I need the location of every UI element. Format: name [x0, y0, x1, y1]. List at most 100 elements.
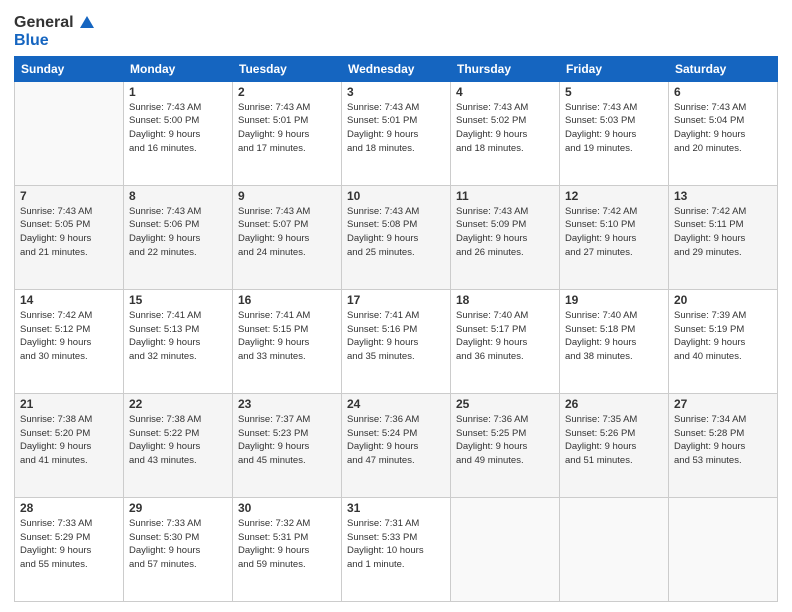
calendar-header-cell: Saturday: [669, 56, 778, 81]
calendar-week-row: 1Sunrise: 7:43 AM Sunset: 5:00 PM Daylig…: [15, 81, 778, 185]
calendar-header-cell: Sunday: [15, 56, 124, 81]
calendar-cell: 14 Sunrise: 7:42 AM Sunset: 5:12 PM Dayli…: [15, 289, 124, 393]
day-info: Sunrise: 7:38 AM Sunset: 5:22 PM Dayligh…: [129, 413, 227, 468]
day-info: Sunrise: 7:43 AM Sunset: 5:08 PM Dayligh…: [347, 205, 445, 260]
calendar-week-row: 28 Sunrise: 7:33 AM Sunset: 5:29 PM Dayli…: [15, 497, 778, 601]
day-number: 18: [456, 293, 554, 307]
calendar-cell: 1Sunrise: 7:43 AM Sunset: 5:00 PM Daylig…: [124, 81, 233, 185]
calendar-header-row: SundayMondayTuesdayWednesdayThursdayFrid…: [15, 56, 778, 81]
calendar-cell: [560, 497, 669, 601]
calendar-week-row: 21Sunrise: 7:38 AM Sunset: 5:20 PM Dayli…: [15, 393, 778, 497]
day-number: 14: [20, 293, 118, 307]
calendar-cell: [451, 497, 560, 601]
calendar-cell: 21Sunrise: 7:38 AM Sunset: 5:20 PM Dayli…: [15, 393, 124, 497]
day-info: Sunrise: 7:43 AM Sunset: 5:05 PM Dayligh…: [20, 205, 118, 260]
day-number: 7: [20, 189, 118, 203]
day-info: Sunrise: 7:43 AM Sunset: 5:00 PM Dayligh…: [129, 101, 227, 156]
day-number: 2: [238, 85, 336, 99]
day-number: 19: [565, 293, 663, 307]
day-info: Sunrise: 7:35 AM Sunset: 5:26 PM Dayligh…: [565, 413, 663, 468]
day-info: Sunrise: 7:41 AM Sunset: 5:16 PM Dayligh…: [347, 309, 445, 364]
calendar-cell: 26 Sunrise: 7:35 AM Sunset: 5:26 PM Dayli…: [560, 393, 669, 497]
logo: General Blue: [14, 14, 96, 50]
day-info: Sunrise: 7:43 AM Sunset: 5:09 PM Dayligh…: [456, 205, 554, 260]
day-info: Sunrise: 7:43 AM Sunset: 5:01 PM Dayligh…: [238, 101, 336, 156]
day-number: 22: [129, 397, 227, 411]
day-number: 5: [565, 85, 663, 99]
day-number: 31: [347, 501, 445, 515]
day-number: 13: [674, 189, 772, 203]
day-number: 21: [20, 397, 118, 411]
day-number: 10: [347, 189, 445, 203]
calendar-header-cell: Friday: [560, 56, 669, 81]
calendar-cell: 20 Sunrise: 7:39 AM Sunset: 5:19 PM Dayli…: [669, 289, 778, 393]
day-number: 27: [674, 397, 772, 411]
calendar-table: SundayMondayTuesdayWednesdayThursdayFrid…: [14, 56, 778, 602]
day-number: 20: [674, 293, 772, 307]
day-number: 17: [347, 293, 445, 307]
calendar-cell: 18 Sunrise: 7:40 AM Sunset: 5:17 PM Dayli…: [451, 289, 560, 393]
calendar-cell: 13 Sunrise: 7:42 AM Sunset: 5:11 PM Dayli…: [669, 185, 778, 289]
calendar-cell: 5Sunrise: 7:43 AM Sunset: 5:03 PM Daylig…: [560, 81, 669, 185]
calendar-cell: 6 Sunrise: 7:43 AM Sunset: 5:04 PM Daylig…: [669, 81, 778, 185]
calendar-header-cell: Wednesday: [342, 56, 451, 81]
day-info: Sunrise: 7:36 AM Sunset: 5:25 PM Dayligh…: [456, 413, 554, 468]
calendar-cell: 28 Sunrise: 7:33 AM Sunset: 5:29 PM Dayli…: [15, 497, 124, 601]
day-number: 6: [674, 85, 772, 99]
page: General Blue SundayMondayTuesdayWednesda…: [0, 0, 792, 612]
day-info: Sunrise: 7:31 AM Sunset: 5:33 PM Dayligh…: [347, 517, 445, 572]
day-number: 25: [456, 397, 554, 411]
calendar-cell: 17 Sunrise: 7:41 AM Sunset: 5:16 PM Dayli…: [342, 289, 451, 393]
calendar-cell: 4Sunrise: 7:43 AM Sunset: 5:02 PM Daylig…: [451, 81, 560, 185]
day-number: 28: [20, 501, 118, 515]
day-number: 30: [238, 501, 336, 515]
day-info: Sunrise: 7:43 AM Sunset: 5:07 PM Dayligh…: [238, 205, 336, 260]
calendar-cell: 10 Sunrise: 7:43 AM Sunset: 5:08 PM Dayli…: [342, 185, 451, 289]
day-info: Sunrise: 7:43 AM Sunset: 5:04 PM Dayligh…: [674, 101, 772, 156]
day-info: Sunrise: 7:40 AM Sunset: 5:18 PM Dayligh…: [565, 309, 663, 364]
day-number: 23: [238, 397, 336, 411]
day-number: 11: [456, 189, 554, 203]
day-number: 9: [238, 189, 336, 203]
calendar-cell: [15, 81, 124, 185]
calendar-cell: 25 Sunrise: 7:36 AM Sunset: 5:25 PM Dayli…: [451, 393, 560, 497]
logo-line2: Blue: [14, 32, 96, 50]
calendar-week-row: 14 Sunrise: 7:42 AM Sunset: 5:12 PM Dayli…: [15, 289, 778, 393]
day-number: 12: [565, 189, 663, 203]
day-number: 26: [565, 397, 663, 411]
calendar-cell: 29 Sunrise: 7:33 AM Sunset: 5:30 PM Dayli…: [124, 497, 233, 601]
calendar-cell: 27 Sunrise: 7:34 AM Sunset: 5:28 PM Dayli…: [669, 393, 778, 497]
day-number: 4: [456, 85, 554, 99]
calendar-week-row: 7 Sunrise: 7:43 AM Sunset: 5:05 PM Daylig…: [15, 185, 778, 289]
day-number: 29: [129, 501, 227, 515]
day-info: Sunrise: 7:42 AM Sunset: 5:11 PM Dayligh…: [674, 205, 772, 260]
logo-line1: General: [14, 14, 96, 32]
day-info: Sunrise: 7:42 AM Sunset: 5:10 PM Dayligh…: [565, 205, 663, 260]
calendar-cell: 16 Sunrise: 7:41 AM Sunset: 5:15 PM Dayli…: [233, 289, 342, 393]
calendar-cell: 22 Sunrise: 7:38 AM Sunset: 5:22 PM Dayli…: [124, 393, 233, 497]
logo-icon: [78, 14, 96, 32]
day-info: Sunrise: 7:42 AM Sunset: 5:12 PM Dayligh…: [20, 309, 118, 364]
calendar-cell: 12 Sunrise: 7:42 AM Sunset: 5:10 PM Dayli…: [560, 185, 669, 289]
calendar-cell: 23Sunrise: 7:37 AM Sunset: 5:23 PM Dayli…: [233, 393, 342, 497]
day-info: Sunrise: 7:41 AM Sunset: 5:15 PM Dayligh…: [238, 309, 336, 364]
day-number: 15: [129, 293, 227, 307]
header: General Blue: [14, 10, 778, 50]
calendar-cell: [669, 497, 778, 601]
calendar-cell: 9 Sunrise: 7:43 AM Sunset: 5:07 PM Daylig…: [233, 185, 342, 289]
day-info: Sunrise: 7:33 AM Sunset: 5:30 PM Dayligh…: [129, 517, 227, 572]
calendar-cell: 3Sunrise: 7:43 AM Sunset: 5:01 PM Daylig…: [342, 81, 451, 185]
calendar-cell: 15 Sunrise: 7:41 AM Sunset: 5:13 PM Dayli…: [124, 289, 233, 393]
calendar-body: 1Sunrise: 7:43 AM Sunset: 5:00 PM Daylig…: [15, 81, 778, 601]
day-info: Sunrise: 7:39 AM Sunset: 5:19 PM Dayligh…: [674, 309, 772, 364]
day-info: Sunrise: 7:41 AM Sunset: 5:13 PM Dayligh…: [129, 309, 227, 364]
day-info: Sunrise: 7:40 AM Sunset: 5:17 PM Dayligh…: [456, 309, 554, 364]
day-info: Sunrise: 7:34 AM Sunset: 5:28 PM Dayligh…: [674, 413, 772, 468]
day-info: Sunrise: 7:33 AM Sunset: 5:29 PM Dayligh…: [20, 517, 118, 572]
day-number: 16: [238, 293, 336, 307]
calendar-cell: 24Sunrise: 7:36 AM Sunset: 5:24 PM Dayli…: [342, 393, 451, 497]
calendar-cell: 2 Sunrise: 7:43 AM Sunset: 5:01 PM Daylig…: [233, 81, 342, 185]
calendar-cell: 31 Sunrise: 7:31 AM Sunset: 5:33 PM Dayli…: [342, 497, 451, 601]
calendar-cell: 7 Sunrise: 7:43 AM Sunset: 5:05 PM Daylig…: [15, 185, 124, 289]
calendar-header-cell: Thursday: [451, 56, 560, 81]
